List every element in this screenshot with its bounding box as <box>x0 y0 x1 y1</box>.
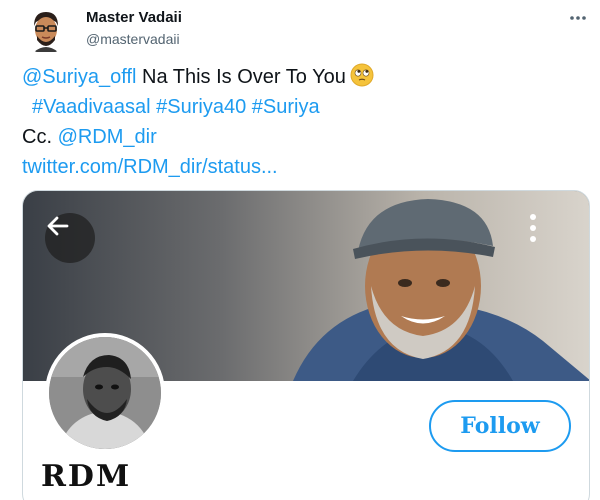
hashtag-suriya40[interactable]: #Suriya40 <box>156 96 246 118</box>
more-vertical-icon <box>530 214 536 242</box>
profile-photo-image <box>49 337 161 449</box>
tweet-line-3: Cc. @RDM_dir <box>22 122 582 152</box>
face-with-rolling-eyes-icon <box>350 63 374 87</box>
tweet-line-4: twitter.com/RDM_dir/status... <box>22 152 582 182</box>
mention-rdm-dir[interactable]: @RDM_dir <box>58 126 157 148</box>
profile-menu-button[interactable] <box>529 213 569 263</box>
back-button[interactable] <box>45 213 95 263</box>
profile-avatar[interactable] <box>45 333 165 453</box>
follow-button[interactable]: Follow <box>429 400 571 452</box>
author-name[interactable]: Master Vadaii <box>86 9 182 26</box>
embedded-profile-card[interactable]: Follow RDM <box>22 190 590 500</box>
hashtag-vaadivaasal[interactable]: #Vaadivaasal <box>32 96 151 118</box>
cc-prefix: Cc. <box>22 126 58 148</box>
profile-display-name: RDM <box>41 459 132 494</box>
hashtag-suriya[interactable]: #Suriya <box>252 96 320 118</box>
more-horizontal-icon <box>570 16 586 20</box>
author-handle[interactable]: @mastervadaii <box>86 31 180 47</box>
more-options-button[interactable] <box>568 8 588 28</box>
tweet-line-1-text: Na This Is Over To You <box>136 66 346 88</box>
back-arrow-icon <box>47 216 69 236</box>
author-avatar[interactable] <box>22 6 70 54</box>
tweet-line-1: @Suriya_offl Na This Is Over To You <box>22 62 582 92</box>
tweet-line-2: #Vaadivaasal #Suriya40 #Suriya <box>22 92 582 122</box>
cartoon-avatar-image <box>22 6 70 54</box>
tweet-text: @Suriya_offl Na This Is Over To You #Vaa… <box>22 62 582 182</box>
status-link[interactable]: twitter.com/RDM_dir/status... <box>22 156 278 178</box>
mention-suriya[interactable]: @Suriya_offl <box>22 66 136 88</box>
